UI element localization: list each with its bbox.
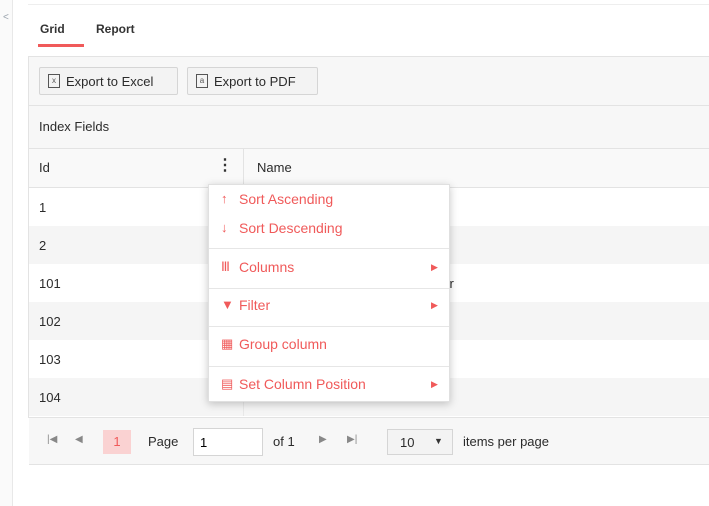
page-count-label: of 1: [273, 434, 295, 449]
cell-id: 1: [39, 200, 47, 215]
active-tab-indicator: [38, 44, 84, 47]
left-rail: <: [0, 0, 13, 506]
page-number-input[interactable]: [193, 428, 263, 456]
page-size-dropdown[interactable]: 10 ▼: [387, 429, 453, 455]
group-panel-label: Index Fields: [39, 119, 110, 134]
column-header-name[interactable]: Name: [257, 160, 292, 175]
grid-toolbar: x Export to Excel a Export to PDF: [29, 57, 709, 106]
menu-item-label: Sort Ascending: [239, 191, 334, 207]
export-pdf-label: Export to PDF: [214, 73, 296, 89]
grid-header: Id ⋮ Name: [29, 149, 709, 188]
pager: |◀ ◀ 1 Page of 1 ▶ ▶| 10 ▼ items per pag…: [29, 417, 709, 465]
menu-item-columns[interactable]: Ⅲ Columns ▶: [209, 255, 449, 281]
dropdown-arrow-icon: ▼: [434, 436, 443, 446]
cell-id: 102: [39, 314, 61, 329]
menu-divider: [209, 326, 449, 327]
group-icon: ▦: [221, 336, 234, 351]
menu-item-label: Filter: [239, 297, 271, 313]
submenu-arrow-icon: ▶: [431, 300, 438, 310]
cell-id: 103: [39, 352, 61, 367]
menu-item-label: Set Column Position: [239, 376, 366, 392]
menu-divider: [209, 288, 449, 289]
tab-strip: Grid Report: [28, 14, 709, 47]
previous-page-icon[interactable]: ◀: [75, 434, 83, 445]
menu-item-sort-ascending[interactable]: ↑ Sort Ascending: [209, 187, 449, 213]
submenu-arrow-icon: ▶: [431, 262, 438, 272]
submenu-arrow-icon: ▶: [431, 379, 438, 389]
column-divider: [243, 149, 244, 187]
menu-item-label: Columns: [239, 259, 295, 275]
excel-file-icon: x: [48, 74, 60, 88]
next-page-icon[interactable]: ▶: [319, 434, 327, 445]
tab-grid[interactable]: Grid: [40, 22, 65, 36]
column-menu-kebab-icon[interactable]: ⋮: [217, 158, 233, 174]
tab-report[interactable]: Report: [96, 22, 135, 36]
menu-divider: [209, 248, 449, 249]
menu-item-label: Sort Descending: [239, 220, 343, 236]
column-position-icon: ▤: [221, 376, 234, 391]
export-excel-label: Export to Excel: [66, 73, 154, 89]
divider: [28, 4, 709, 5]
menu-divider: [209, 366, 449, 367]
menu-item-sort-descending[interactable]: ↓ Sort Descending: [209, 216, 449, 242]
menu-item-label: Group column: [239, 336, 327, 352]
menu-item-set-column-position[interactable]: ▤ Set Column Position ▶: [209, 372, 449, 398]
export-pdf-button[interactable]: a Export to PDF: [187, 67, 318, 95]
items-per-page-label: items per page: [463, 434, 549, 449]
collapse-chevron-icon[interactable]: <: [3, 12, 9, 23]
first-page-icon[interactable]: |◀: [47, 434, 57, 445]
group-panel[interactable]: Index Fields: [29, 106, 709, 149]
cell-id: 2: [39, 238, 47, 253]
arrow-up-icon: ↑: [221, 191, 228, 206]
column-menu-popup: ↑ Sort Ascending ↓ Sort Descending Ⅲ Col…: [208, 184, 450, 402]
pdf-file-icon: a: [196, 74, 208, 88]
column-header-id[interactable]: Id: [39, 160, 50, 175]
arrow-down-icon: ↓: [221, 220, 228, 235]
filter-icon: ▼: [221, 297, 234, 312]
export-excel-button[interactable]: x Export to Excel: [39, 67, 178, 95]
page-size-value: 10: [400, 435, 415, 450]
last-page-icon[interactable]: ▶|: [347, 434, 357, 445]
menu-item-filter[interactable]: ▼ Filter ▶: [209, 293, 449, 319]
cell-id: 104: [39, 390, 61, 405]
current-page-button[interactable]: 1: [103, 430, 131, 454]
cell-id: 101: [39, 276, 61, 291]
columns-icon: Ⅲ: [221, 259, 230, 274]
menu-item-group-column[interactable]: ▦ Group column: [209, 332, 449, 358]
page-label: Page: [148, 434, 179, 449]
